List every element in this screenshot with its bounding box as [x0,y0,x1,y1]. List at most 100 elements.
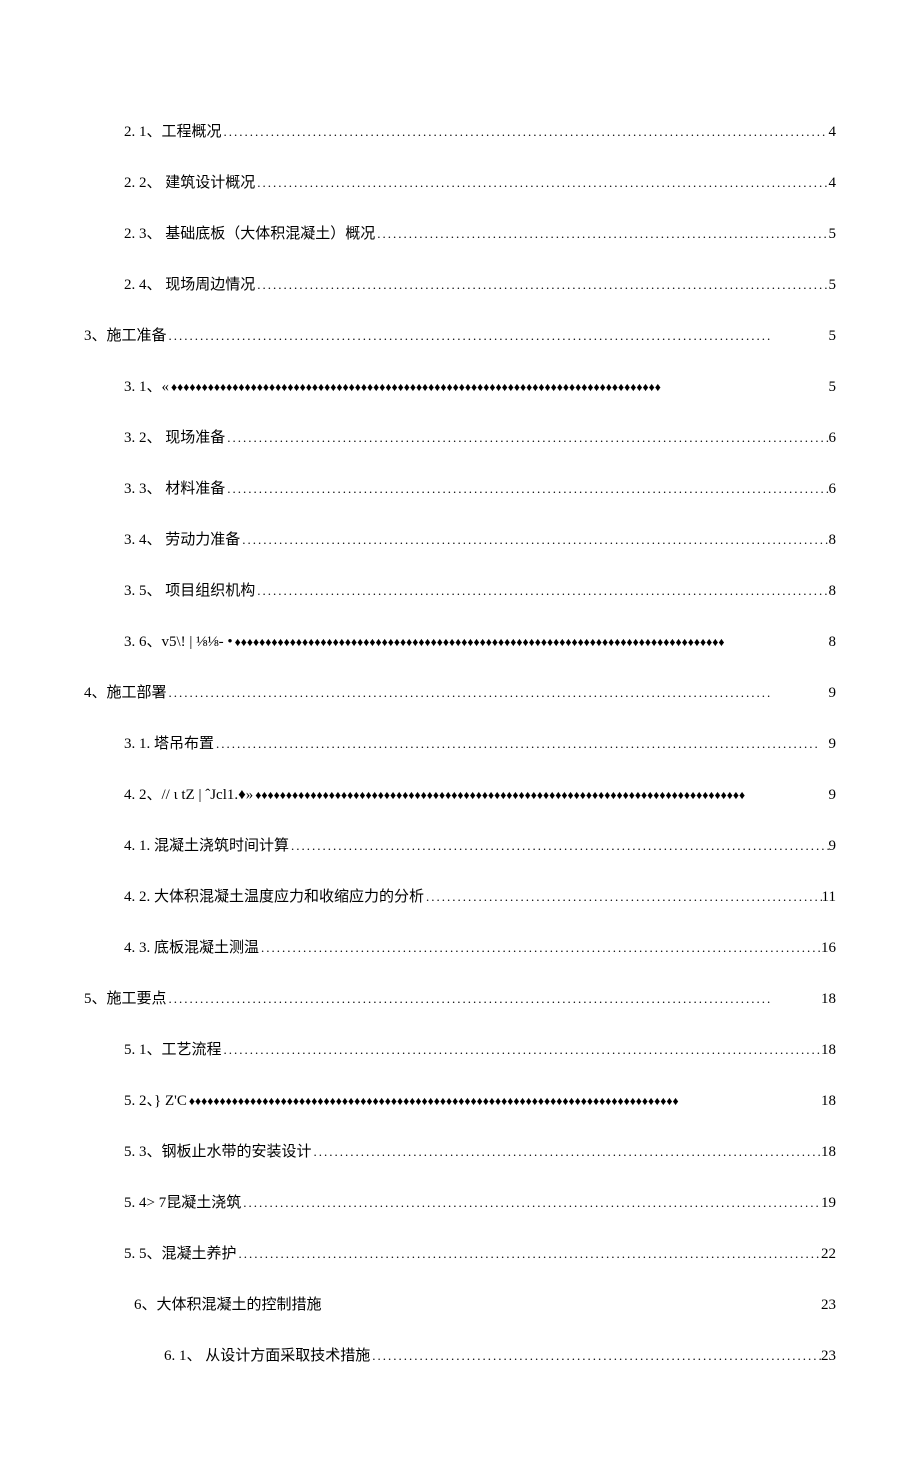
toc-leader-dots: ........................................… [255,583,828,599]
toc-page-number: 22 [821,1246,836,1263]
toc-page-number: 9 [829,736,837,753]
toc-page-number: 4 [829,175,837,192]
toc-leader-dots: ........................................… [259,940,821,956]
toc-label: 5. 2、} Z'C [124,1089,187,1110]
toc-page-number: 18 [821,1144,836,1161]
toc-page-number: 8 [829,634,837,651]
toc-page-number: 18 [821,1093,836,1110]
toc-entry: 5. 5、混凝土养护 .............................… [84,1242,836,1263]
toc-label: 5. 3、钢板止水带的安装设计 [124,1140,312,1161]
toc-entry: 5. 2、} Z'C ♦♦♦♦♦♦♦♦♦♦♦♦♦♦♦♦♦♦♦♦♦♦♦♦♦♦♦♦♦… [84,1089,836,1110]
toc-page-number: 11 [822,889,836,906]
toc-label: 2. 1、工程概况 [124,120,222,141]
toc-label: 4. 2. 大体积混凝土温度应力和收缩应力的分析 [124,885,424,906]
toc-label: 4. 3. 底板混凝土测温 [124,936,259,957]
toc-entry: 3. 6、v5\! | ⅛⅛- •♦♦♦♦♦♦♦♦♦♦♦♦♦♦♦♦♦♦♦♦♦♦♦… [84,630,836,651]
toc-entry: 3. 1、«♦♦♦♦♦♦♦♦♦♦♦♦♦♦♦♦♦♦♦♦♦♦♦♦♦♦♦♦♦♦♦♦♦♦… [84,375,836,396]
toc-entry: 4. 1. 混凝土浇筑时间计算 ........................… [84,834,836,855]
toc-label: 5、施工要点 [84,987,167,1008]
toc-entry: 5、施工要点..................................… [84,987,836,1008]
toc-label: 3. 6、v5\! | ⅛⅛- • [124,630,233,651]
toc-label: 3. 3、 材料准备 [124,477,225,498]
toc-page-number: 23 [821,1297,836,1314]
toc-entry: 3、施工准备..................................… [84,324,836,345]
toc-label: 3. 1、« [124,375,169,396]
toc-leader-dots: ........................................… [255,277,828,293]
toc-entry: 4. 2、// ι tZ | ˆJcl1.♦»♦♦♦♦♦♦♦♦♦♦♦♦♦♦♦♦♦… [84,783,836,804]
toc-page-number: 6 [829,481,837,498]
toc-label: 3、施工准备 [84,324,167,345]
toc-label: 6. 1、 从设计方面采取技术措施 [164,1344,370,1365]
toc-leader-dots: ........................................… [222,1042,821,1058]
toc-page-number: 6 [829,430,837,447]
toc-page-number: 18 [821,1042,836,1059]
toc-leader-diamonds: ♦♦♦♦♦♦♦♦♦♦♦♦♦♦♦♦♦♦♦♦♦♦♦♦♦♦♦♦♦♦♦♦♦♦♦♦♦♦♦♦… [187,1094,821,1109]
toc-entry: 3. 5、 项目组织机构 ...........................… [84,579,836,600]
toc-label: 4. 2、// ι tZ | ˆJcl1.♦» [124,783,253,804]
toc-entry: 4. 3. 底板混凝土测温 ..........................… [84,936,836,957]
toc-leader-dots: ........................................… [289,838,828,854]
toc-label: 4. 1. 混凝土浇筑时间计算 [124,834,289,855]
toc-page-number: 9 [829,787,837,804]
toc-label: 2. 2、 建筑设计概况 [124,171,255,192]
toc-entry: 6. 1、 从设计方面采取技术措施 ......................… [84,1344,836,1365]
toc-page-number: 9 [829,838,837,855]
toc-leader-dots: ........................................… [424,889,822,905]
toc-leader-diamonds: ♦♦♦♦♦♦♦♦♦♦♦♦♦♦♦♦♦♦♦♦♦♦♦♦♦♦♦♦♦♦♦♦♦♦♦♦♦♦♦♦… [169,380,828,395]
toc-entry: 3. 4、 劳动力准备 ............................… [84,528,836,549]
toc-page-number: 5 [829,277,837,294]
toc-leader-dots: ........................................… [214,736,828,752]
toc-page-number: 5 [829,379,837,396]
toc-entry: 2. 1、工程概况 ..............................… [84,120,836,141]
toc-entry: 4、施工部署..................................… [84,681,836,702]
toc-entry: 5. 1、工艺流程...............................… [84,1038,836,1059]
toc-page-number: 19 [821,1195,836,1212]
toc-label: 5. 4> 7昆凝土浇筑 [124,1191,241,1212]
toc-label: 3. 1. 塔吊布置 [124,732,214,753]
toc-entry: 4. 2. 大体积混凝土温度应力和收缩应力的分析 ...............… [84,885,836,906]
toc-entry: 3. 2、 现场准备 .............................… [84,426,836,447]
toc-label: 3. 5、 项目组织机构 [124,579,255,600]
toc-label: 4、施工部署 [84,681,167,702]
toc-leader-dots: ........................................… [312,1144,821,1160]
toc-label: 5. 5、混凝土养护 [124,1242,237,1263]
toc-leader-dots: ........................................… [225,430,828,446]
toc-entry: 2. 2、 建筑设计概况 ...........................… [84,171,836,192]
toc-page-number: 4 [829,124,837,141]
toc-label: 2. 4、 现场周边情况 [124,273,255,294]
toc-leader-dots: ........................................… [240,532,828,548]
toc-entry: 2. 3、 基础底板（大体积混凝土）概况 ...................… [84,222,836,243]
table-of-contents: 2. 1、工程概况 ..............................… [84,120,836,1365]
toc-entry: 6、大体积混凝土的控制措施 23 [84,1293,836,1314]
toc-leader-dots: ........................................… [241,1195,821,1211]
toc-entry: 5. 4> 7昆凝土浇筑............................… [84,1191,836,1212]
toc-label: 3. 4、 劳动力准备 [124,528,240,549]
toc-entry: 5. 3、钢板止水带的安装设计 ........................… [84,1140,836,1161]
toc-leader-dots: ........................................… [255,175,828,191]
toc-page-number: 8 [829,532,837,549]
toc-label: 3. 2、 现场准备 [124,426,225,447]
toc-leader-dots: ........................................… [375,226,828,242]
document-page: 2. 1、工程概况 ..............................… [0,0,920,1475]
toc-page-number: 8 [829,583,837,600]
toc-page-number: 5 [829,328,837,345]
toc-page-number: 23 [821,1348,836,1365]
toc-leader-dots: ........................................… [167,991,821,1007]
toc-entry: 3. 3、 材料准备 .............................… [84,477,836,498]
toc-label: 2. 3、 基础底板（大体积混凝土）概况 [124,222,375,243]
toc-leader-dots: ........................................… [370,1348,821,1364]
toc-leader-dots: ........................................… [167,685,829,701]
toc-leader-diamonds: ♦♦♦♦♦♦♦♦♦♦♦♦♦♦♦♦♦♦♦♦♦♦♦♦♦♦♦♦♦♦♦♦♦♦♦♦♦♦♦♦… [253,788,828,803]
toc-entry: 2. 4、 现场周边情况 ...........................… [84,273,836,294]
toc-leader-dots: ........................................… [237,1246,821,1262]
toc-leader-dots: ........................................… [222,124,829,140]
toc-label: 6、大体积混凝土的控制措施 [134,1293,322,1314]
toc-page-number: 9 [829,685,837,702]
toc-label: 5. 1、工艺流程 [124,1038,222,1059]
toc-page-number: 5 [829,226,837,243]
toc-entry: 3. 1. 塔吊布置..............................… [84,732,836,753]
toc-leader-dots: ........................................… [167,328,829,344]
toc-leader-dots: ........................................… [225,481,828,497]
toc-page-number: 16 [821,940,836,957]
toc-page-number: 18 [821,991,836,1008]
